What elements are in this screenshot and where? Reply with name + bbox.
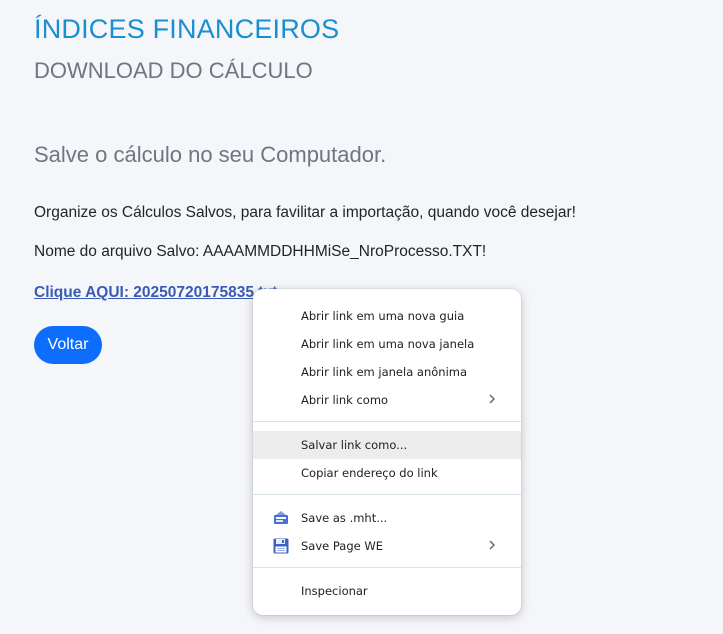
menu-item-label: Copiar endereço do link <box>301 466 438 480</box>
menu-item-label: Abrir link como <box>301 393 389 407</box>
menu-item-open-link-as[interactable]: Abrir link como <box>253 386 521 414</box>
menu-item-label: Abrir link em uma nova guia <box>301 309 465 323</box>
floppy-disk-icon <box>273 538 289 554</box>
menu-item-save-link-as[interactable]: Salvar link como... <box>253 431 521 459</box>
menu-item-label: Inspecionar <box>301 584 368 598</box>
menu-item-label: Abrir link em janela anônima <box>301 365 468 379</box>
menu-item-label: Abrir link em uma nova janela <box>301 337 475 351</box>
section-heading: Salve o cálculo no seu Computador. <box>34 142 387 167</box>
menu-item-save-page-we[interactable]: Save Page WE <box>253 532 521 560</box>
menu-item-label: Save Page WE <box>301 539 384 553</box>
menu-item-label: Save as .mht... <box>301 511 388 525</box>
page-title: ÍNDICES FINANCEIROS <box>34 14 340 44</box>
chevron-right-icon <box>489 394 495 404</box>
menu-separator <box>253 421 521 422</box>
menu-item-open-new-tab[interactable]: Abrir link em uma nova guia <box>253 302 521 330</box>
menu-item-open-new-window[interactable]: Abrir link em uma nova janela <box>253 330 521 358</box>
menu-item-copy-link-address[interactable]: Copiar endereço do link <box>253 459 521 487</box>
filename-format-text: Nome do arquivo Salvo: AAAAMMDDHHMiSe_Nr… <box>34 243 487 260</box>
chevron-right-icon <box>489 540 495 550</box>
mht-extension-icon <box>274 511 288 524</box>
menu-separator <box>253 494 521 495</box>
menu-item-label: Salvar link como... <box>301 438 408 452</box>
menu-item-open-incognito[interactable]: Abrir link em janela anônima <box>253 358 521 386</box>
page-subtitle: DOWNLOAD DO CÁLCULO <box>34 58 313 83</box>
download-link[interactable]: Clique AQUI: 20250720175835.txt <box>34 284 277 302</box>
instruction-text: Organize os Cálculos Salvos, para favili… <box>34 204 576 221</box>
back-button[interactable]: Voltar <box>34 326 102 364</box>
menu-separator <box>253 567 521 568</box>
menu-item-inspect[interactable]: Inspecionar <box>253 577 521 605</box>
menu-item-save-as-mht[interactable]: Save as .mht... <box>253 504 521 532</box>
context-menu: Abrir link em uma nova guia Abrir link e… <box>253 289 521 615</box>
